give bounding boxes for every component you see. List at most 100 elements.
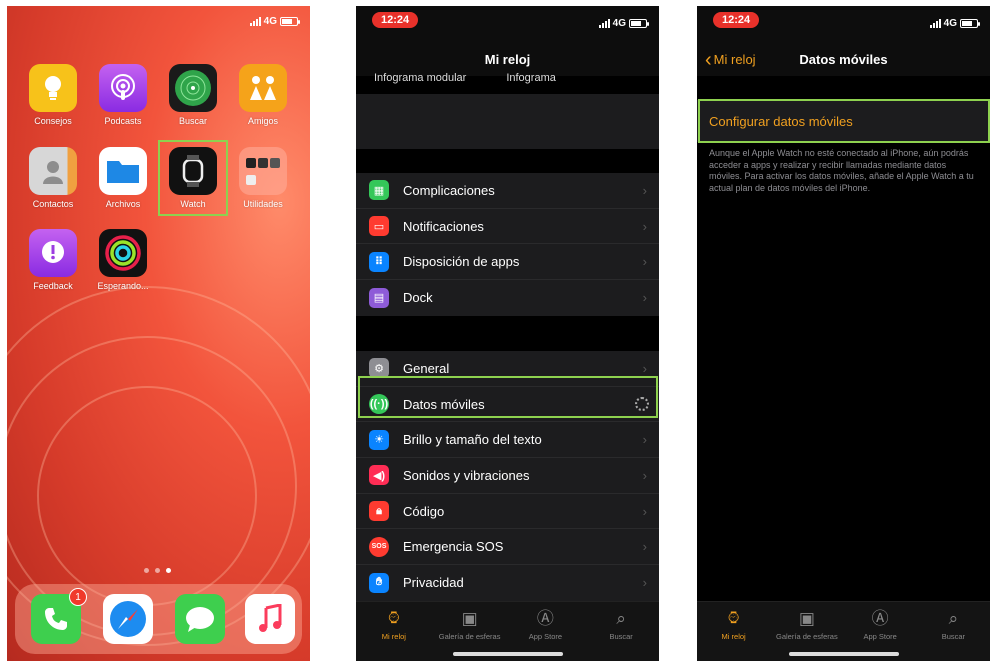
activity-rings-icon — [99, 229, 147, 277]
message-icon[interactable] — [175, 594, 225, 644]
complications-icon: ▦ — [369, 180, 389, 201]
page-title: Mi reloj — [484, 52, 531, 67]
compass-icon[interactable] — [103, 594, 153, 644]
network-label: 4G — [943, 18, 957, 29]
row-label: Notificaciones — [403, 218, 484, 234]
hand-icon: ✋︎ — [369, 572, 389, 593]
tab-label: Galería de esferas — [438, 632, 501, 641]
home-indicator[interactable] — [452, 652, 563, 656]
row-label: Emergencia SOS — [403, 539, 504, 555]
status-time: 12:24 — [372, 12, 419, 28]
row-label: Sonidos y vibraciones — [403, 467, 530, 483]
tab-label: Mi reloj — [381, 632, 406, 641]
signal-icon — [598, 19, 610, 28]
folder-icon — [99, 147, 147, 195]
row-label: Privacidad — [403, 575, 464, 591]
row-label: Código — [403, 503, 445, 519]
music-note-icon[interactable] — [245, 594, 295, 644]
app-store-icon: Ⓐ — [871, 609, 889, 628]
search-icon: ⌕ — [948, 609, 959, 628]
battery-icon — [960, 19, 980, 28]
page-title: Datos móviles — [799, 52, 888, 67]
signal-icon — [929, 19, 941, 28]
phone-icon[interactable]: 1 — [31, 588, 87, 644]
cellular-screen: 12:24 4G ‹ Mi reloj Datos móviles Config… — [697, 6, 990, 661]
app-feedback[interactable]: Feedback — [27, 229, 79, 291]
tab-buscar[interactable]: ⌕ Buscar — [918, 608, 988, 661]
row-label: Disposición de apps — [403, 254, 520, 270]
settings-row-notificaciones[interactable]: ▭ Notificaciones › — [356, 209, 659, 245]
watch-icon: ⌚︎ — [385, 609, 403, 628]
chevron-right-icon: › — [642, 575, 647, 591]
app-utilidades[interactable]: Utilidades — [237, 147, 289, 209]
row-label: Complicaciones — [403, 182, 495, 198]
dock-icon: ▤ — [369, 287, 389, 308]
tab-label: Buscar — [941, 632, 966, 641]
settings-row-sonidos[interactable]: ◀) Sonidos y vibraciones › — [356, 458, 659, 494]
app-consejos[interactable]: Consejos — [27, 64, 79, 126]
face-label[interactable]: Infograma modular — [374, 72, 466, 84]
status-bar: 4G — [929, 18, 980, 29]
app-label: Podcasts — [104, 116, 142, 126]
chevron-right-icon: › — [642, 182, 647, 198]
app-label: Utilidades — [243, 199, 283, 209]
tab-mi-reloj[interactable]: ⌚︎ Mi reloj — [359, 608, 429, 661]
highlight-box — [358, 376, 658, 418]
chevron-right-icon: › — [642, 290, 647, 306]
highlight-box — [698, 99, 990, 143]
home-indicator[interactable] — [788, 652, 899, 656]
settings-row-dock[interactable]: ▤ Dock › — [356, 280, 659, 316]
chevron-right-icon: › — [642, 467, 647, 483]
dock: 1 — [15, 584, 302, 654]
app-buscar[interactable]: Buscar — [167, 64, 219, 126]
app-archivos[interactable]: Archivos — [97, 147, 149, 209]
watch-faces-row: Infograma modular Infograma — [356, 72, 659, 84]
settings-row-complicaciones[interactable]: ▦ Complicaciones › — [356, 173, 659, 209]
tab-buscar[interactable]: ⌕ Buscar — [586, 608, 656, 661]
chevron-right-icon: › — [642, 539, 647, 555]
notifications-icon: ▭ — [369, 216, 389, 237]
page-indicator[interactable] — [144, 568, 171, 573]
app-label: Archivos — [105, 199, 141, 209]
watch-icon: ⌚︎ — [725, 609, 743, 628]
row-label: Brillo y tamaño del texto — [403, 432, 542, 448]
status-bar: 4G — [598, 18, 649, 29]
settings-row-sos[interactable]: SOS Emergencia SOS › — [356, 529, 659, 566]
face-label[interactable]: Infograma — [506, 72, 556, 84]
cellular-description: Aunque el Apple Watch no esté conectado … — [709, 148, 974, 193]
highlight-box — [158, 140, 228, 216]
app-label: Contactos — [32, 199, 74, 209]
settings-row-disposicion[interactable]: ⠿ Disposición de apps › — [356, 244, 659, 281]
settings-row-brillo[interactable]: ☀ Brillo y tamaño del texto › — [356, 422, 659, 459]
app-layout-icon: ⠿ — [369, 251, 389, 272]
app-store-icon: Ⓐ — [536, 609, 554, 628]
tab-label: Galería de esferas — [776, 632, 838, 641]
faces-area — [356, 94, 659, 149]
notification-badge: 1 — [69, 588, 87, 606]
friends-icon — [239, 64, 287, 112]
settings-group-1: ▦ Complicaciones › ▭ Notificaciones › ⠿ … — [356, 173, 659, 316]
app-label: Esperando... — [97, 281, 149, 291]
chevron-right-icon: › — [642, 218, 647, 234]
home-screen: 4G Consejos Podcasts Buscar Amigos Conta… — [7, 6, 310, 661]
lightbulb-icon — [29, 64, 77, 112]
row-label: Dock — [403, 290, 433, 306]
row-label: General — [403, 360, 450, 376]
chevron-right-icon: › — [642, 254, 647, 270]
brightness-icon: ☀ — [369, 429, 389, 450]
settings-row-privacidad[interactable]: ✋︎ Privacidad › — [356, 565, 659, 601]
folder-grid-icon — [239, 147, 287, 195]
app-amigos[interactable]: Amigos — [237, 64, 289, 126]
speaker-icon: ◀) — [369, 465, 389, 486]
app-podcasts[interactable]: Podcasts — [97, 64, 149, 126]
tab-mi-reloj[interactable]: ⌚︎ Mi reloj — [699, 608, 769, 661]
lock-icon: 🔒︎ — [369, 501, 389, 522]
watch-app-screen: 12:24 4G Mi reloj Infograma modular Info… — [356, 6, 659, 661]
settings-row-codigo[interactable]: 🔒︎ Código › — [356, 494, 659, 530]
status-bar: 4G — [249, 16, 300, 27]
battery-icon — [629, 19, 649, 28]
app-activity-loading[interactable]: Esperando... — [97, 229, 149, 291]
status-time: 12:24 — [713, 12, 760, 28]
app-label: Buscar — [178, 116, 207, 126]
app-contactos[interactable]: Contactos — [27, 147, 79, 209]
